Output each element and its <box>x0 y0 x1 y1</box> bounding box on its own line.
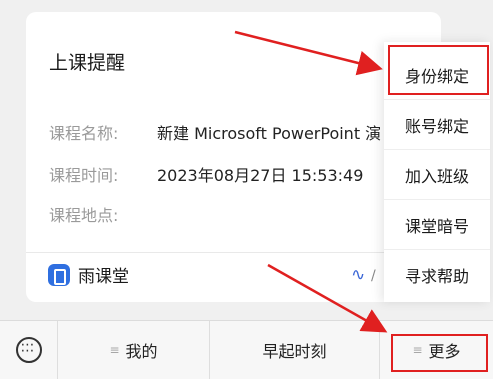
field-course-location: 课程地点: <box>49 202 157 226</box>
tab-label: 我的 <box>125 342 158 361</box>
divider <box>26 252 441 253</box>
class-reminder-card[interactable]: 上课提醒 课程名称: 新建 Microsoft PowerPoint 演 课程时间… <box>26 12 441 302</box>
menu-item-account-binding[interactable]: 账号绑定 <box>384 100 490 150</box>
hamburger-icon: ≡ <box>109 343 120 357</box>
menu-item-join-class[interactable]: 加入班级 <box>384 150 490 200</box>
tab-early-rise[interactable]: 早起时刻 <box>210 320 380 379</box>
field-course-time: 课程时间: 2023年08月27日 15:53:49 <box>49 162 363 186</box>
keyboard-toggle-button[interactable] <box>0 320 58 379</box>
menu-item-class-code[interactable]: 课堂暗号 <box>384 200 490 250</box>
tab-label: 早起时刻 <box>262 342 327 361</box>
link-tail-text: / <box>371 268 376 284</box>
field-label: 课程地点: <box>49 206 119 225</box>
field-label: 课程名称: <box>49 124 119 143</box>
highlight-box-identity-binding <box>388 45 489 95</box>
yuketang-logo-icon <box>48 263 70 286</box>
card-title: 上课提醒 <box>49 52 126 74</box>
menu-item-help[interactable]: 寻求帮助 <box>384 250 490 300</box>
tab-mine[interactable]: ≡ 我的 <box>58 320 210 379</box>
field-label: 课程时间: <box>49 166 119 185</box>
field-course-name: 课程名称: 新建 Microsoft PowerPoint 演 <box>49 120 381 144</box>
keyboard-icon <box>15 337 42 363</box>
field-value: 2023年08月27日 15:53:49 <box>157 166 364 185</box>
highlight-box-more <box>391 334 488 372</box>
brand: 雨课堂 <box>48 262 129 287</box>
field-value: 新建 Microsoft PowerPoint 演 <box>157 124 382 143</box>
brand-name: 雨课堂 <box>78 267 129 287</box>
link-icon[interactable]: ∿ <box>351 265 365 285</box>
